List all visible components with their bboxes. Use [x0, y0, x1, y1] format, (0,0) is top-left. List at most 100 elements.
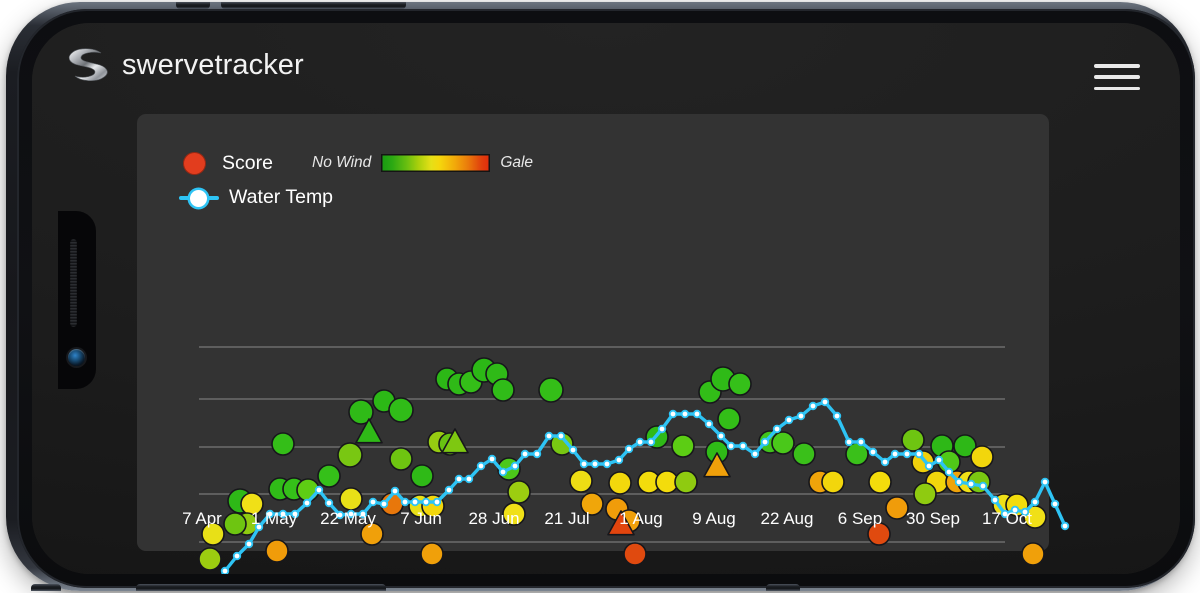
water-temp-point[interactable]	[444, 485, 454, 495]
score-point[interactable]	[771, 431, 795, 455]
score-point[interactable]	[538, 377, 564, 403]
water-temp-point[interactable]	[220, 566, 230, 574]
hamburger-menu-icon[interactable]	[1094, 64, 1140, 90]
water-temp-point[interactable]	[487, 454, 497, 464]
water-temp-point[interactable]	[232, 551, 242, 561]
water-temp-point[interactable]	[498, 467, 508, 477]
water-temp-point[interactable]	[532, 449, 542, 459]
water-temp-point[interactable]	[476, 461, 486, 471]
water-temp-point[interactable]	[668, 409, 678, 419]
water-temp-point[interactable]	[432, 497, 442, 507]
water-temp-point[interactable]	[454, 474, 464, 484]
water-temp-point[interactable]	[556, 431, 566, 441]
water-temp-point[interactable]	[614, 455, 624, 465]
water-temp-point[interactable]	[890, 449, 900, 459]
score-point[interactable]	[623, 542, 647, 566]
water-temp-point[interactable]	[990, 495, 1000, 505]
water-temp-point[interactable]	[544, 431, 554, 441]
water-temp-point[interactable]	[635, 437, 645, 447]
water-temp-point[interactable]	[410, 497, 420, 507]
score-point[interactable]	[671, 434, 695, 458]
score-point[interactable]	[821, 470, 845, 494]
water-temp-point[interactable]	[464, 474, 474, 484]
score-point[interactable]	[717, 407, 741, 431]
water-temp-point[interactable]	[844, 437, 854, 447]
water-temp-point[interactable]	[808, 401, 818, 411]
score-point[interactable]	[271, 432, 295, 456]
score-point[interactable]	[901, 428, 925, 452]
water-temp-point[interactable]	[680, 409, 690, 419]
phone-button-bottom-right[interactable]	[766, 584, 800, 591]
score-point[interactable]	[728, 372, 752, 396]
water-temp-point[interactable]	[856, 437, 866, 447]
score-point[interactable]	[337, 442, 363, 468]
score-point[interactable]	[198, 547, 222, 571]
water-temp-point[interactable]	[784, 415, 794, 425]
score-point[interactable]	[507, 480, 531, 504]
water-temp-point[interactable]	[716, 431, 726, 441]
water-temp-point[interactable]	[590, 459, 600, 469]
water-temp-point[interactable]	[880, 457, 890, 467]
water-temp-point[interactable]	[924, 461, 934, 471]
water-temp-point[interactable]	[868, 447, 878, 457]
score-point[interactable]	[339, 487, 363, 511]
water-temp-point[interactable]	[820, 397, 830, 407]
water-temp-point[interactable]	[772, 424, 782, 434]
water-temp-point[interactable]	[692, 409, 702, 419]
score-point[interactable]	[388, 397, 414, 423]
score-point[interactable]	[317, 464, 341, 488]
water-temp-point[interactable]	[602, 459, 612, 469]
water-temp-point[interactable]	[914, 449, 924, 459]
legend-item-water-temp[interactable]: Water Temp	[179, 186, 333, 209]
water-temp-point[interactable]	[726, 441, 736, 451]
water-temp-point[interactable]	[832, 411, 842, 421]
score-point[interactable]	[389, 447, 413, 471]
score-point[interactable]	[970, 445, 994, 469]
water-temp-point[interactable]	[302, 498, 312, 508]
water-temp-point[interactable]	[646, 437, 656, 447]
water-temp-point[interactable]	[966, 479, 976, 489]
water-temp-point[interactable]	[520, 449, 530, 459]
score-point[interactable]	[410, 464, 434, 488]
water-temp-point[interactable]	[421, 497, 431, 507]
water-temp-point[interactable]	[1030, 497, 1040, 507]
water-temp-point[interactable]	[1060, 521, 1070, 531]
water-temp-point[interactable]	[314, 485, 324, 495]
water-temp-point[interactable]	[944, 467, 954, 477]
phone-button-bottom-long[interactable]	[136, 584, 386, 591]
phone-button-bottom-small[interactable]	[31, 584, 61, 591]
water-temp-point[interactable]	[704, 419, 714, 429]
water-temp-point[interactable]	[568, 445, 578, 455]
water-temp-point[interactable]	[760, 437, 770, 447]
score-point[interactable]	[792, 442, 816, 466]
water-temp-point[interactable]	[902, 449, 912, 459]
score-point[interactable]	[674, 470, 698, 494]
water-temp-point[interactable]	[1040, 477, 1050, 487]
water-temp-point[interactable]	[244, 539, 254, 549]
score-point[interactable]	[569, 469, 593, 493]
water-temp-point[interactable]	[624, 444, 634, 454]
water-temp-point[interactable]	[750, 449, 760, 459]
phone-button-top-small[interactable]	[176, 2, 210, 9]
water-temp-point[interactable]	[738, 441, 748, 451]
water-temp-point[interactable]	[400, 497, 410, 507]
water-temp-point[interactable]	[978, 481, 988, 491]
water-temp-point[interactable]	[954, 477, 964, 487]
water-temp-point[interactable]	[1050, 499, 1060, 509]
water-temp-point[interactable]	[379, 499, 389, 509]
phone-button-top-long[interactable]	[221, 2, 406, 9]
score-point[interactable]	[1021, 542, 1045, 566]
score-point[interactable]	[868, 470, 892, 494]
water-temp-point[interactable]	[510, 461, 520, 471]
water-temp-point[interactable]	[657, 424, 667, 434]
water-temp-point[interactable]	[390, 486, 400, 496]
legend-item-score[interactable]: Score	[183, 152, 273, 175]
score-point[interactable]	[608, 471, 632, 495]
score-point[interactable]	[420, 542, 444, 566]
water-temp-point[interactable]	[368, 497, 378, 507]
score-point[interactable]	[491, 378, 515, 402]
water-temp-point[interactable]	[796, 411, 806, 421]
score-point[interactable]	[913, 482, 937, 506]
score-point[interactable]	[265, 539, 289, 563]
water-temp-point[interactable]	[579, 459, 589, 469]
